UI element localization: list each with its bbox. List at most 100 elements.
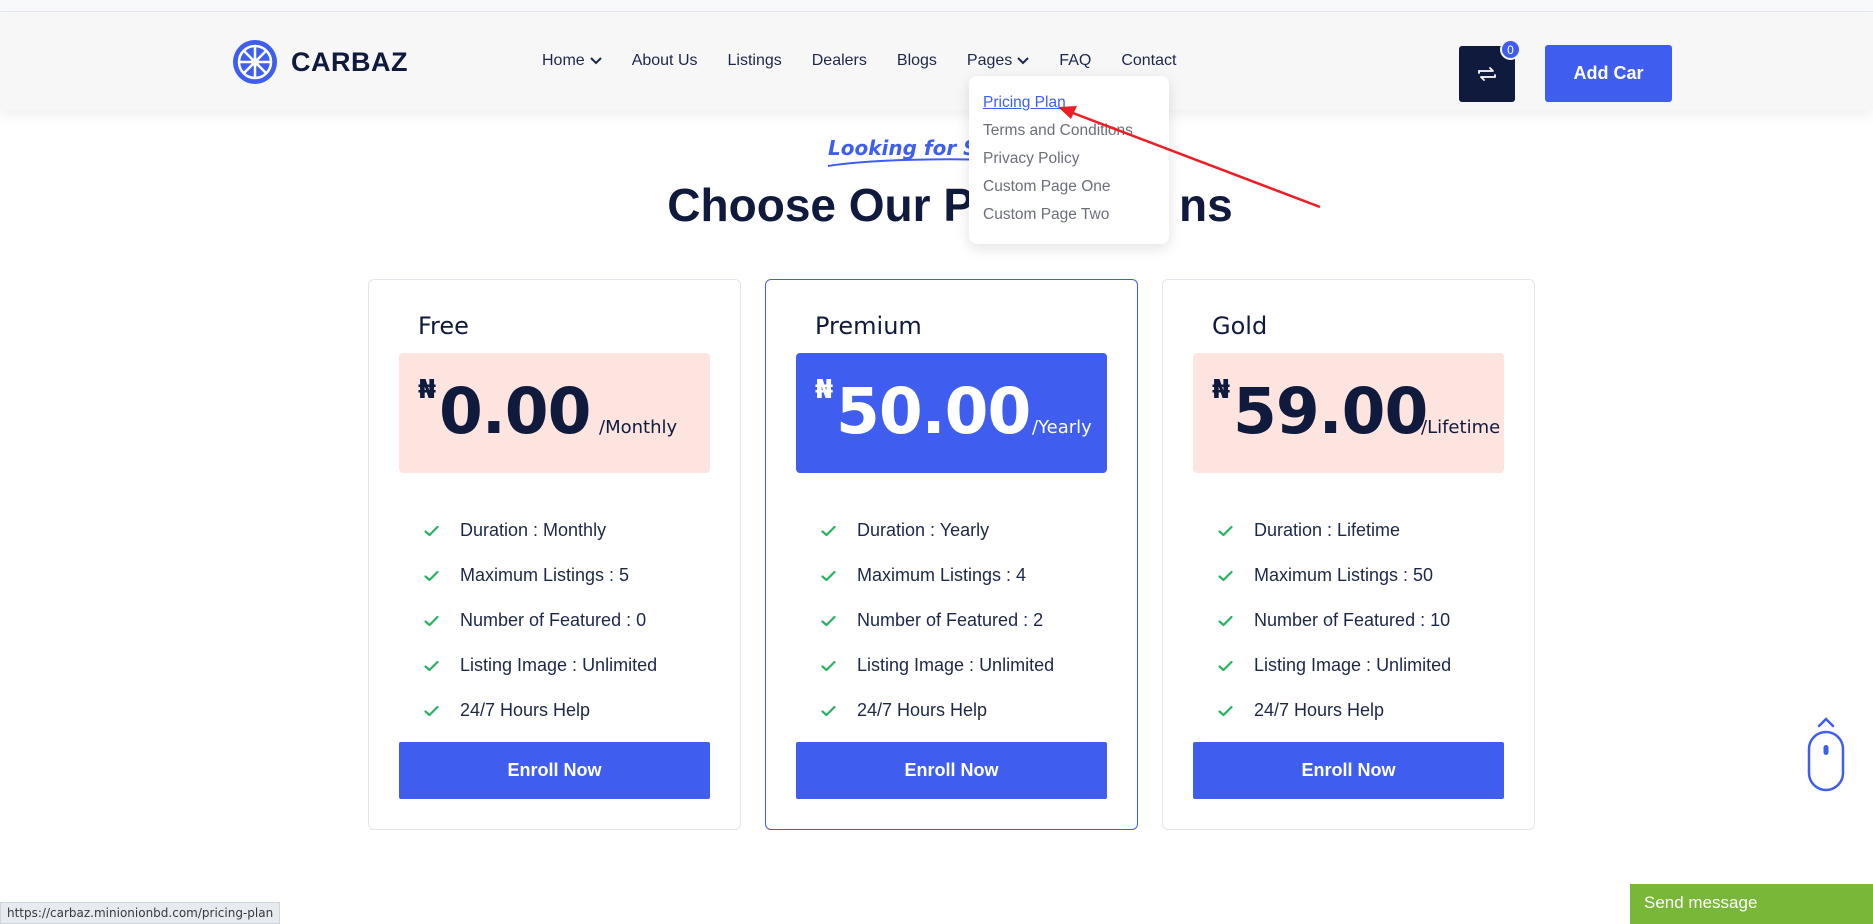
dropdown-item-custom-page-one[interactable]: Custom Page One <box>983 176 1155 204</box>
nav-item-label: Home <box>542 52 585 69</box>
nav-item-label: Listings <box>727 52 782 69</box>
nav-item-blogs[interactable]: Blogs <box>897 52 937 70</box>
nav-item-contact[interactable]: Contact <box>1121 52 1176 70</box>
feature-item: 24/7 Hours Help <box>1218 688 1451 733</box>
feature-text: Number of Featured : 0 <box>460 610 647 630</box>
section-title-end: ns <box>1179 179 1233 231</box>
main-nav: Home About Us Listings Dealers Blogs Pages FAQ… <box>542 52 1206 70</box>
feature-text: Duration : Monthly <box>460 520 607 540</box>
feature-item: 24/7 Hours Help <box>821 688 1054 733</box>
nav-item-home[interactable]: Home <box>542 52 602 70</box>
feature-item: 24/7 Hours Help <box>424 688 657 733</box>
price-amount: 50.00 <box>836 375 1031 448</box>
nav-item-label: About Us <box>631 52 698 69</box>
feature-item: Listing Image : Unlimited <box>424 643 657 688</box>
section-title-start: Choose Our P <box>667 179 975 231</box>
check-icon <box>424 525 440 537</box>
feature-text: Maximum Listings : 5 <box>460 565 630 585</box>
feature-text: Duration : Yearly <box>857 520 990 540</box>
price-box: ₦ 0.00 /Monthly <box>399 353 710 473</box>
price-box: ₦ 59.00 /Lifetime <box>1193 353 1504 473</box>
currency-symbol: ₦ <box>1212 375 1231 405</box>
check-icon <box>821 615 837 627</box>
price-period: /Lifetime <box>1421 417 1501 438</box>
feature-item: Duration : Yearly <box>821 508 1054 553</box>
site-header: CARBAZ Home About Us Listings Dealers Blogs P… <box>0 12 1873 110</box>
enroll-now-button[interactable]: Enroll Now <box>1193 742 1504 799</box>
check-icon <box>424 570 440 582</box>
pricing-card-gold: Gold ₦ 59.00 /Lifetime Duration : Lifeti… <box>1162 279 1535 830</box>
currency-symbol: ₦ <box>418 375 437 405</box>
check-icon <box>821 705 837 717</box>
feature-item: Number of Featured : 0 <box>424 598 657 643</box>
send-message-widget[interactable]: Send message <box>1630 884 1873 924</box>
nav-item-label: Blogs <box>896 52 937 69</box>
enroll-now-button[interactable]: Enroll Now <box>796 742 1107 799</box>
price-amount: 59.00 <box>1233 375 1428 448</box>
plan-name: Premium <box>815 312 922 340</box>
dropdown-item-pricing-plan[interactable]: Pricing Plan <box>983 92 1155 120</box>
check-icon <box>424 660 440 672</box>
chevron-down-icon <box>1017 57 1030 65</box>
nav-item-faq[interactable]: FAQ <box>1059 52 1091 70</box>
feature-text: Maximum Listings : 50 <box>1254 565 1434 585</box>
nav-item-label: Contact <box>1121 52 1177 69</box>
compare-count-badge: 0 <box>1500 39 1521 60</box>
feature-list: Duration : Yearly Maximum Listings : 4 N… <box>821 508 1054 733</box>
feature-item: Duration : Lifetime <box>1218 508 1451 553</box>
feature-text: 24/7 Hours Help <box>857 700 988 720</box>
scroll-mouse-icon[interactable] <box>1806 714 1846 794</box>
check-icon <box>1218 525 1234 537</box>
swap-arrows-icon <box>1478 67 1496 81</box>
brand-name: CARBAZ <box>291 46 408 77</box>
pricing-card-premium: Premium ₦ 50.00 /Yearly Duration : Yearl… <box>765 279 1138 830</box>
plan-name: Free <box>418 312 469 340</box>
status-bar-url: https://carbaz.minionionbd.com/pricing-p… <box>0 902 281 924</box>
section-subtitle-wrap: Looking for Su <box>827 136 995 167</box>
dropdown-item-custom-page-two[interactable]: Custom Page Two <box>983 204 1155 232</box>
check-icon <box>821 660 837 672</box>
feature-text: Maximum Listings : 4 <box>857 565 1027 585</box>
check-icon <box>424 615 440 627</box>
check-icon <box>424 705 440 717</box>
nav-item-dealers[interactable]: Dealers <box>812 52 867 70</box>
feature-item: Listing Image : Unlimited <box>1218 643 1451 688</box>
pages-dropdown-menu: Pricing Plan Terms and Conditions Privacy … <box>969 76 1169 244</box>
feature-text: 24/7 Hours Help <box>1254 700 1385 720</box>
feature-item: Duration : Monthly <box>424 508 657 553</box>
feature-text: Number of Featured : 2 <box>857 610 1044 630</box>
nav-item-about-us[interactable]: About Us <box>632 52 698 70</box>
price-period: /Yearly <box>1032 417 1092 438</box>
enroll-now-button[interactable]: Enroll Now <box>399 742 710 799</box>
chevron-down-icon <box>589 57 602 65</box>
nav-item-label: FAQ <box>1059 52 1092 69</box>
feature-item: Number of Featured : 2 <box>821 598 1054 643</box>
nav-item-pages[interactable]: Pages <box>966 52 1030 70</box>
feature-text: 24/7 Hours Help <box>460 700 591 720</box>
price-box: ₦ 50.00 /Yearly <box>796 353 1107 473</box>
nav-item-label: Dealers <box>811 52 867 69</box>
check-icon <box>821 570 837 582</box>
price-period: /Monthly <box>599 417 678 438</box>
feature-text: Listing Image : Unlimited <box>1254 655 1452 675</box>
nav-item-label: Pages <box>966 52 1013 69</box>
dropdown-item-privacy-policy[interactable]: Privacy Policy <box>983 148 1155 176</box>
browser-top-strip <box>0 0 1873 12</box>
feature-item: Maximum Listings : 4 <box>821 553 1054 598</box>
feature-item: Maximum Listings : 50 <box>1218 553 1451 598</box>
check-icon <box>1218 705 1234 717</box>
feature-list: Duration : Monthly Maximum Listings : 5 … <box>424 508 657 733</box>
brand-logo[interactable]: CARBAZ <box>231 38 408 86</box>
pricing-card-free: Free ₦ 0.00 /Monthly Duration : Monthly … <box>368 279 741 830</box>
add-car-button[interactable]: Add Car <box>1545 45 1672 102</box>
nav-item-listings[interactable]: Listings <box>728 52 782 70</box>
wheel-logo-icon <box>233 40 277 84</box>
section-title: Choose Our P ns <box>0 178 1873 232</box>
check-icon <box>1218 615 1234 627</box>
check-icon <box>1218 660 1234 672</box>
feature-item: Maximum Listings : 5 <box>424 553 657 598</box>
price-amount: 0.00 <box>439 375 591 448</box>
dropdown-item-terms-and-conditions[interactable]: Terms and Conditions <box>983 120 1155 148</box>
feature-item: Number of Featured : 10 <box>1218 598 1451 643</box>
feature-text: Listing Image : Unlimited <box>857 655 1055 675</box>
